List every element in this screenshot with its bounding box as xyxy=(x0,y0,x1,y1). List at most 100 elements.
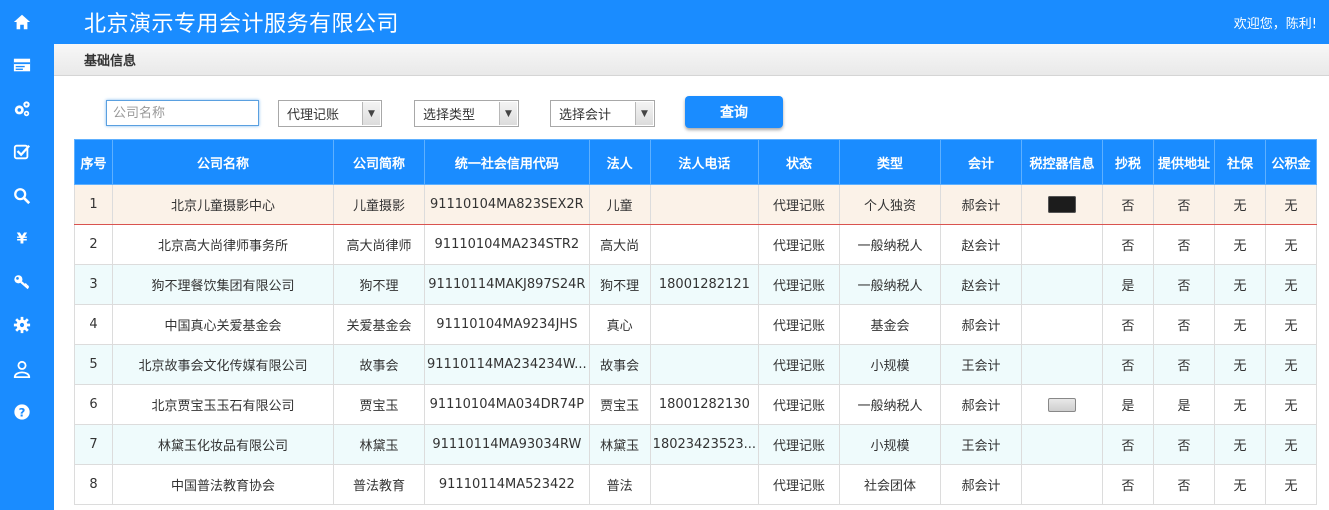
table-row[interactable]: 3 狗不理餐饮集团有限公司 狗不理 91110114MAKJ897S24R 狗不理 180… xyxy=(74,264,1318,305)
table-cell: 北京高大尚律师事务所 xyxy=(112,224,334,265)
table-cell xyxy=(1021,344,1104,385)
column-header[interactable]: 税控器信息 xyxy=(1021,139,1104,185)
table-header: 序号 公司名称 公司简称 统一社会信用代码 法人 法人电话 状态 类型 会计 税控器信息 抄税 提供地… xyxy=(74,139,1318,185)
column-header[interactable]: 公司简称 xyxy=(333,139,425,185)
table-cell xyxy=(1021,224,1104,265)
table-cell: 普法 xyxy=(588,464,651,505)
table-row[interactable]: 6 北京贾宝玉玉石有限公司 贾宝玉 91110104MA034DR74P 贾宝玉 1800… xyxy=(74,384,1318,425)
table-cell: 91110104MA234STR2 xyxy=(424,224,590,265)
query-button[interactable]: 查询 xyxy=(685,96,783,128)
table-cell: 北京故事会文化传媒有限公司 xyxy=(112,344,334,385)
app-title: 北京演示专用会计服务有限公司 xyxy=(84,12,400,37)
column-header[interactable]: 提供地址 xyxy=(1153,139,1216,185)
table-row[interactable]: 2 北京高大尚律师事务所 高大尚律师 91110104MA234STR2 高大尚 代理记账… xyxy=(74,224,1318,265)
user-icon[interactable] xyxy=(0,351,44,387)
table-cell xyxy=(649,184,760,225)
table-cell: 无 xyxy=(1214,184,1267,225)
column-header[interactable]: 抄税 xyxy=(1102,139,1155,185)
table-cell: 普法教育 xyxy=(333,464,425,505)
table-cell: 无 xyxy=(1265,464,1318,505)
table-cell: 无 xyxy=(1214,464,1267,505)
search-icon[interactable] xyxy=(0,178,44,214)
table-cell: 代理记账 xyxy=(758,424,841,465)
sidebar: ¥ ? xyxy=(0,0,54,510)
table-cell xyxy=(1021,464,1104,505)
table-cell: 4 xyxy=(74,304,113,345)
table-row[interactable]: 4 中国真心关爱基金会 关爱基金会 91110104MA9234JHS 真心 代理记账 基金… xyxy=(74,304,1318,345)
table-cell: 否 xyxy=(1102,424,1155,465)
table-cell: 否 xyxy=(1153,224,1216,265)
table-cell: 是 xyxy=(1153,384,1216,425)
table-cell: 代理记账 xyxy=(758,304,841,345)
table-cell: 7 xyxy=(74,424,113,465)
home-icon[interactable] xyxy=(0,4,44,40)
tax-device-icon[interactable] xyxy=(1048,397,1077,412)
column-header[interactable]: 法人 xyxy=(588,139,651,185)
table-cell: 王会计 xyxy=(940,424,1023,465)
welcome-text: 欢迎您，陈利! xyxy=(1233,17,1317,32)
table-cell: 无 xyxy=(1265,384,1318,425)
column-header[interactable]: 法人电话 xyxy=(649,139,760,185)
table-cell: 无 xyxy=(1214,224,1267,265)
table-cell: 郝会计 xyxy=(940,464,1023,505)
chevron-down-icon: ▼ xyxy=(362,102,380,125)
column-header[interactable]: 社保 xyxy=(1214,139,1267,185)
svg-text:?: ? xyxy=(19,406,26,420)
accountant-select[interactable]: 选择会计 ▼ xyxy=(550,100,655,127)
table-cell: 林黛玉化妆品有限公司 xyxy=(112,424,334,465)
table-cell: 林黛玉 xyxy=(588,424,651,465)
table-cell: 91110104MA034DR74P xyxy=(424,384,590,425)
table-cell: 代理记账 xyxy=(758,184,841,225)
table-cell: 91110114MA93034RW xyxy=(424,424,590,465)
column-header[interactable]: 公积金 xyxy=(1265,139,1318,185)
gears-icon[interactable] xyxy=(0,91,44,127)
yen-icon[interactable]: ¥ xyxy=(0,220,44,256)
table-cell: 代理记账 xyxy=(758,384,841,425)
gear-icon[interactable] xyxy=(0,307,44,343)
table-cell: 北京贾宝玉玉石有限公司 xyxy=(112,384,334,425)
table-row[interactable]: 5 北京故事会文化传媒有限公司 故事会 91110114MA234234W... 故事会… xyxy=(74,344,1318,385)
column-header[interactable]: 会计 xyxy=(940,139,1023,185)
table-row[interactable]: 1 北京儿童摄影中心 儿童摄影 91110104MA823SEX2R 儿童 代理记账 个人独… xyxy=(74,184,1318,225)
card-icon[interactable] xyxy=(0,47,44,83)
table-cell: 无 xyxy=(1265,264,1318,305)
table-cell: 狗不理餐饮集团有限公司 xyxy=(112,264,334,305)
table-cell: 中国真心关爱基金会 xyxy=(112,304,334,345)
table-cell: 代理记账 xyxy=(758,344,841,385)
column-header[interactable]: 状态 xyxy=(758,139,841,185)
column-header[interactable]: 统一社会信用代码 xyxy=(424,139,590,185)
table-cell: 无 xyxy=(1265,344,1318,385)
table-cell: 否 xyxy=(1153,304,1216,345)
table-cell: 故事会 xyxy=(588,344,651,385)
column-header[interactable]: 公司名称 xyxy=(112,139,334,185)
table-row[interactable]: 7 林黛玉化妆品有限公司 林黛玉 91110114MA93034RW 林黛玉 180234… xyxy=(74,424,1318,465)
table-cell xyxy=(1021,184,1104,225)
help-icon[interactable]: ? xyxy=(0,394,44,430)
key-icon[interactable] xyxy=(0,264,44,300)
table-cell: 18001282130 xyxy=(649,384,760,425)
table-cell: 一般纳税人 xyxy=(839,384,942,425)
table-cell: 否 xyxy=(1153,464,1216,505)
service-type-select[interactable]: 代理记账 ▼ xyxy=(278,100,382,127)
table-cell xyxy=(1021,424,1104,465)
table-cell: 无 xyxy=(1265,224,1318,265)
company-type-select[interactable]: 选择类型 ▼ xyxy=(414,100,519,127)
table-cell: 否 xyxy=(1102,184,1155,225)
table-cell: 91110104MA823SEX2R xyxy=(424,184,590,225)
table-cell: 王会计 xyxy=(940,344,1023,385)
table-cell: 否 xyxy=(1102,224,1155,265)
table-cell: 基金会 xyxy=(839,304,942,345)
table-cell: 18001282121 xyxy=(649,264,760,305)
table-cell: 狗不理 xyxy=(333,264,425,305)
table-cell: 无 xyxy=(1265,184,1318,225)
table-cell xyxy=(649,304,760,345)
table-cell: 无 xyxy=(1214,384,1267,425)
column-header[interactable]: 类型 xyxy=(839,139,942,185)
company-name-input[interactable] xyxy=(106,100,259,126)
checkbox-icon[interactable] xyxy=(0,134,44,170)
column-header[interactable]: 序号 xyxy=(74,139,113,185)
tax-device-icon[interactable] xyxy=(1048,196,1077,213)
table-row[interactable]: 8 中国普法教育协会 普法教育 91110114MA523422 普法 代理记账 社会团体郝… xyxy=(74,464,1318,505)
table-cell: 小规模 xyxy=(839,424,942,465)
table-cell: 赵会计 xyxy=(940,264,1023,305)
